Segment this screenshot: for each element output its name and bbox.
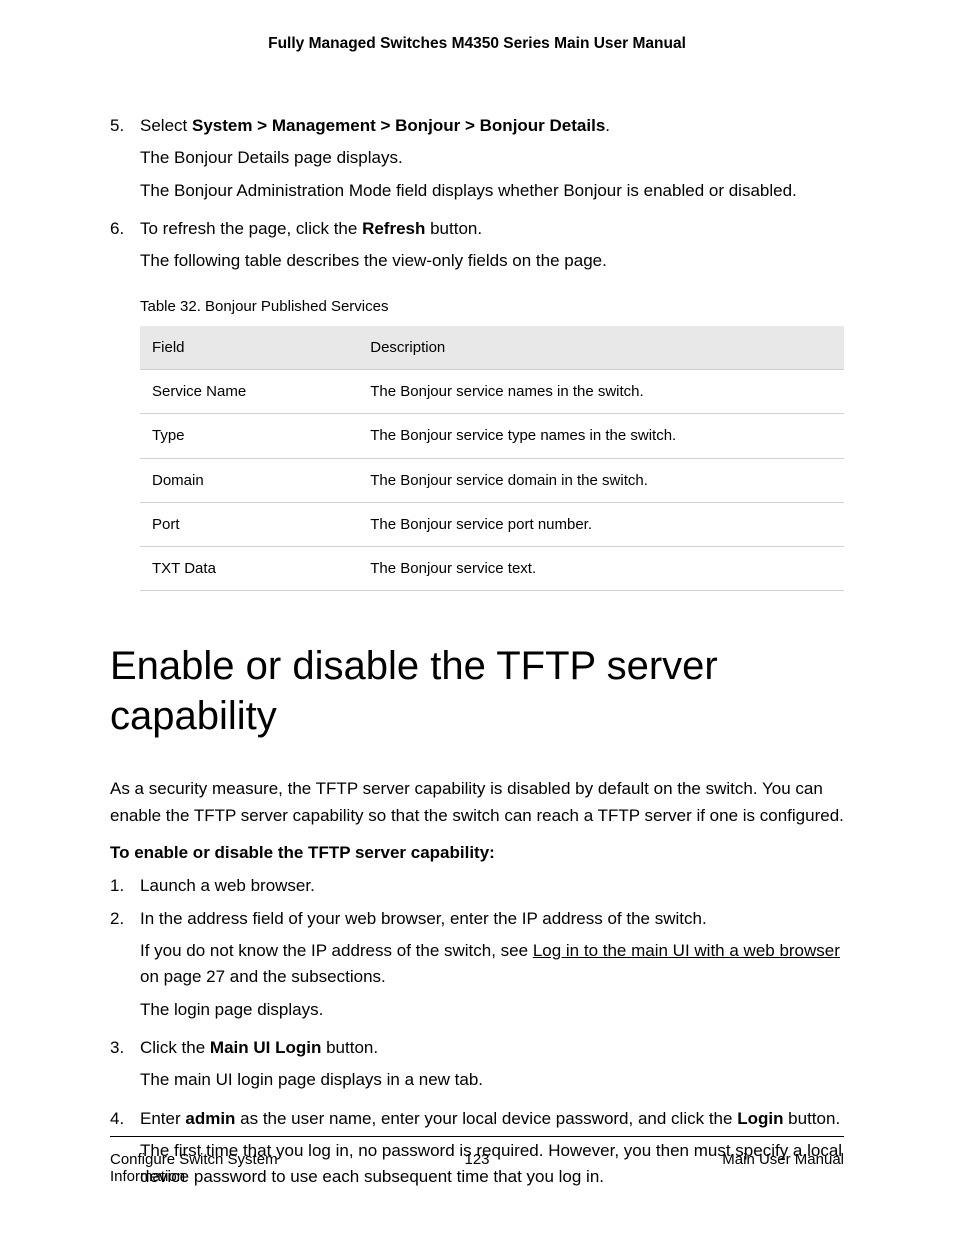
col-header-desc: Description [358,326,844,370]
col-header-field: Field [140,326,358,370]
cell-desc: The Bonjour service type names in the sw… [358,414,844,458]
cross-reference-link[interactable]: Log in to the main UI with a web browser [533,941,840,960]
list-number: 6. [110,216,140,621]
table-row: Type The Bonjour service type names in t… [140,414,844,458]
table-caption: Table 32. Bonjour Published Services [140,295,844,318]
sub-paragraph: The Bonjour Administration Mode field di… [140,178,844,204]
table-header-row: Field Description [140,326,844,370]
cell-field: Service Name [140,370,358,414]
list-number: 5. [110,113,140,210]
text: button. [425,219,482,238]
sub-paragraph: If you do not know the IP address of the… [140,938,844,991]
table-row: Domain The Bonjour service domain in the… [140,458,844,502]
footer-section-name: Configure Switch System Information [110,1151,310,1185]
procedure-title: To enable or disable the TFTP server cap… [110,843,844,863]
page-footer: Configure Switch System Information 123 … [110,1136,844,1185]
procedure-list-1: 5. Select System > Management > Bonjour … [110,113,844,621]
button-label: Main UI Login [210,1038,321,1057]
section-heading: Enable or disable the TFTP server capabi… [110,641,844,741]
text: If you do not know the IP address of the… [140,941,533,960]
cell-field: TXT Data [140,547,358,591]
text: Select [140,116,192,135]
text: In the address field of your web browser… [140,909,707,928]
text: button. [321,1038,378,1057]
cell-desc: The Bonjour service port number. [358,502,844,546]
bonjour-services-table: Field Description Service Name The Bonjo… [140,326,844,592]
sub-paragraph: The main UI login page displays in a new… [140,1067,844,1093]
text: . [605,116,610,135]
cell-field: Port [140,502,358,546]
sub-paragraph: The login page displays. [140,997,844,1023]
text: Launch a web browser. [140,876,315,895]
text: as the user name, enter your local devic… [235,1109,737,1128]
list-item: 1. Launch a web browser. [110,873,844,899]
list-number: 1. [110,873,140,899]
button-label: Login [737,1109,783,1128]
list-item: 2. In the address field of your web brow… [110,906,844,1029]
cell-desc: The Bonjour service names in the switch. [358,370,844,414]
list-item: 6. To refresh the page, click the Refres… [110,216,844,621]
table-row: TXT Data The Bonjour service text. [140,547,844,591]
page-header: Fully Managed Switches M4350 Series Main… [110,35,844,53]
text: Click the [140,1038,210,1057]
list-number: 3. [110,1035,140,1100]
table-row: Service Name The Bonjour service names i… [140,370,844,414]
username: admin [185,1109,235,1128]
footer-manual-name: Main User Manual [722,1151,844,1185]
list-item: 5. Select System > Management > Bonjour … [110,113,844,210]
sub-paragraph: The Bonjour Details page displays. [140,145,844,171]
cell-field: Type [140,414,358,458]
text: on page 27 and the subsections. [140,967,386,986]
sub-paragraph: The following table describes the view-o… [140,248,844,274]
button-label: Refresh [362,219,425,238]
menu-path: System > Management > Bonjour > Bonjour … [192,116,605,135]
cell-desc: The Bonjour service domain in the switch… [358,458,844,502]
list-number: 2. [110,906,140,1029]
table-row: Port The Bonjour service port number. [140,502,844,546]
cell-desc: The Bonjour service text. [358,547,844,591]
text: button. [783,1109,840,1128]
intro-paragraph: As a security measure, the TFTP server c… [110,776,844,829]
list-item: 3. Click the Main UI Login button. The m… [110,1035,844,1100]
text: To refresh the page, click the [140,219,362,238]
text: Enter [140,1109,185,1128]
cell-field: Domain [140,458,358,502]
